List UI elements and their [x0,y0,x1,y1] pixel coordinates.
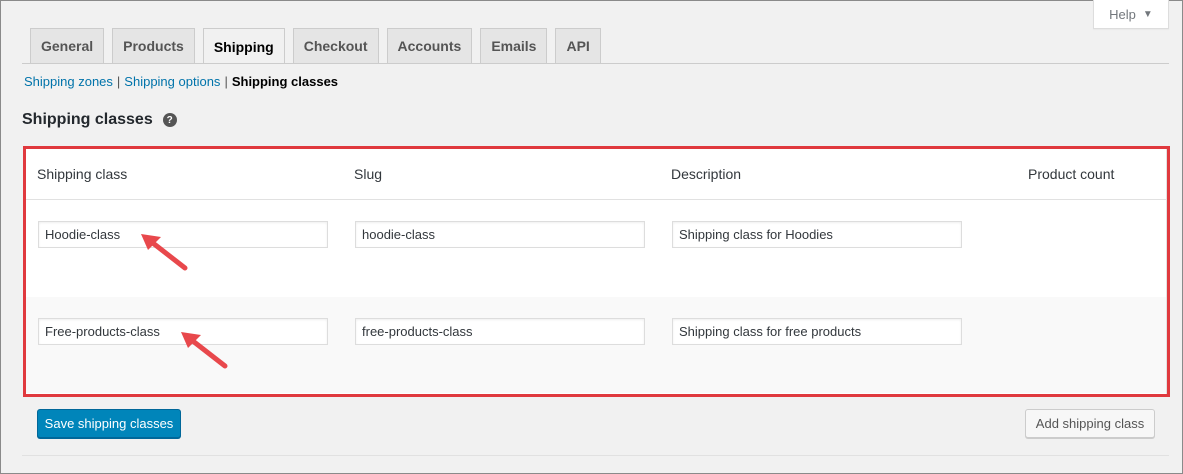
help-label: Help [1109,6,1136,22]
help-tab[interactable]: Help ▼ [1093,0,1169,29]
tab-shipping[interactable]: Shipping [202,28,285,64]
tab-products[interactable]: Products [112,28,195,63]
shipping-class-description-input[interactable]: Shipping class for Hoodies [672,221,962,248]
shipping-zones-link[interactable]: Shipping zones [24,74,113,89]
tabs-divider [22,63,1169,64]
caret-down-icon: ▼ [1142,8,1153,20]
header-shipping-class: Shipping class [37,166,128,182]
shipping-classes-table: Shipping class Slug Description Product … [25,147,1167,395]
settings-tabs: General Products Shipping Checkout Accou… [30,28,601,64]
shipping-options-link[interactable]: Shipping options [124,74,220,89]
shipping-class-name-input[interactable]: Free-products-class [38,318,328,345]
footer-divider [22,455,1169,456]
table-row: Free-products-class free-products-class … [26,297,1166,393]
tab-general[interactable]: General [30,28,105,63]
table-header: Shipping class Slug Description Product … [26,148,1166,200]
header-description: Description [671,166,742,182]
save-shipping-classes-button[interactable]: Save shipping classes [37,409,181,438]
help-tip-icon[interactable]: ? [162,113,177,127]
shipping-class-description-input[interactable]: Shipping class for free products [672,318,962,345]
section-heading: Shipping classes ? [22,111,177,129]
table-row: Hoodie-class hoodie-class Shipping class… [26,200,1166,296]
page-title: Shipping classes [22,111,153,128]
shipping-class-slug-input[interactable]: hoodie-class [355,221,645,248]
add-shipping-class-button[interactable]: Add shipping class [1025,409,1155,438]
shipping-class-name-input[interactable]: Hoodie-class [38,221,328,248]
header-slug: Slug [354,166,383,182]
tab-checkout[interactable]: Checkout [292,28,379,63]
shipping-classes-current: Shipping classes [231,74,339,89]
shipping-class-slug-input[interactable]: free-products-class [355,318,645,345]
tab-accounts[interactable]: Accounts [386,28,473,63]
tab-emails[interactable]: Emails [480,28,548,63]
tab-api[interactable]: API [555,28,601,63]
shipping-subnav: Shipping zones | Shipping options | Ship… [24,74,338,89]
subnav-separator: | [116,74,121,89]
subnav-separator: | [224,74,228,89]
header-product-count: Product count [1028,166,1115,182]
